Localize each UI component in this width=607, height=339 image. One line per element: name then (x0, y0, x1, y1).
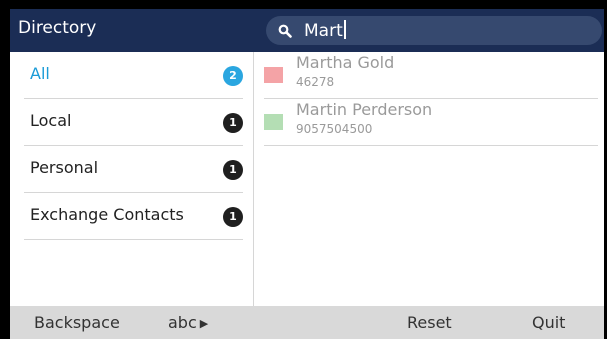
abc-label: abc (168, 313, 197, 332)
search-text: Mart (304, 20, 346, 41)
count-badge: 1 (223, 160, 243, 180)
backspace-softkey[interactable]: Backspace (34, 313, 120, 332)
category-label: Exchange Contacts (30, 205, 184, 224)
category-sidebar: All 2 Local 1 Personal 1 Exchange Contac… (10, 52, 254, 306)
category-label: Personal (30, 158, 99, 177)
contact-color-swatch (264, 114, 283, 130)
contact-results: Martha Gold 46278 Martin Perderson 90575… (264, 52, 598, 306)
contact-name: Martin Perderson (296, 100, 433, 119)
quit-softkey[interactable]: Quit (532, 313, 565, 332)
contact-name: Martha Gold (296, 53, 395, 72)
search-icon (278, 24, 292, 38)
page-title: Directory (18, 18, 97, 38)
play-arrow-icon: ▶ (199, 317, 209, 330)
contact-number: 9057504500 (296, 122, 373, 136)
search-input[interactable]: Mart (266, 16, 602, 45)
contact-number: 46278 (296, 75, 335, 89)
category-exchange-contacts[interactable]: Exchange Contacts 1 (24, 193, 243, 240)
contact-color-swatch (264, 67, 283, 83)
category-local[interactable]: Local 1 (24, 99, 243, 146)
count-badge: 1 (223, 207, 243, 227)
text-cursor (343, 20, 346, 39)
contact-item[interactable]: Martha Gold 46278 (264, 52, 598, 99)
reset-softkey[interactable]: Reset (407, 313, 452, 332)
softkey-bar: Backspace abc ▶ Reset Quit (10, 306, 604, 339)
contact-item[interactable]: Martin Perderson 9057504500 (264, 99, 598, 146)
category-label: Local (30, 111, 72, 130)
count-badge: 1 (223, 113, 243, 133)
abc-softkey[interactable]: abc ▶ (168, 313, 208, 332)
count-badge: 2 (223, 66, 243, 86)
header-bar: Directory Mart (10, 9, 604, 52)
search-value: Mart (304, 21, 343, 41)
phone-screen: Directory Mart All 2 Local 1 Personal 1 … (10, 9, 604, 339)
category-all[interactable]: All 2 (24, 52, 243, 99)
category-personal[interactable]: Personal 1 (24, 146, 243, 193)
category-label: All (30, 64, 50, 83)
